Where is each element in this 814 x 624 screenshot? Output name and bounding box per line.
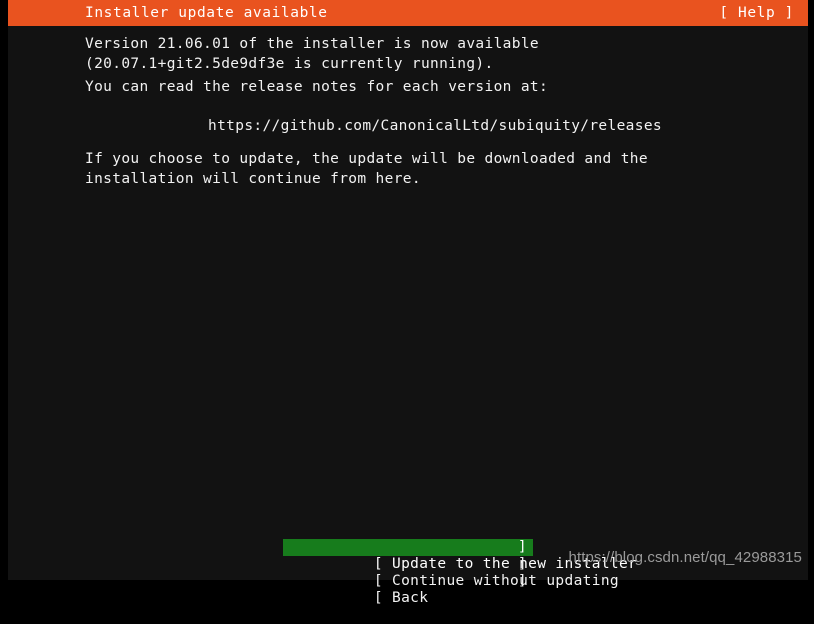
back-label: Back (382, 590, 429, 606)
header-bar: Installer update available [ Help ] (8, 0, 808, 26)
bracket-left-icon: [ (373, 590, 383, 606)
release-notes-paragraph: You can read the release notes for each … (85, 79, 549, 95)
update-description-paragraph: If you choose to update, the update will… (85, 151, 658, 187)
bracket-right-icon: ] (517, 573, 527, 589)
continue-without-updating-button[interactable]: [ Continue without updating] (283, 556, 619, 589)
terminal-canvas: Installer update available [ Help ] Vers… (8, 0, 808, 606)
help-button[interactable]: [ Help ] (719, 0, 794, 26)
bracket-right-icon: ] (517, 556, 527, 572)
installer-screen: Installer update available [ Help ] Vers… (0, 0, 814, 606)
update-to-new-installer-button[interactable]: [ Update to the new installer ] (283, 539, 637, 572)
version-paragraph: Version 21.06.01 of the installer is now… (85, 36, 549, 72)
page-title: Installer update available (85, 5, 328, 21)
content-region: Version 21.06.01 of the installer is now… (8, 26, 808, 606)
action-menu: [ Update to the new installer ] [ Contin… (283, 539, 637, 606)
back-button[interactable]: [ Back] (283, 573, 533, 606)
bracket-right-icon: ] (517, 539, 527, 555)
release-notes-url: https://github.com/CanonicalLtd/subiquit… (208, 118, 662, 134)
csdn-watermark: https://blog.csdn.net/qq_42988315 (568, 549, 802, 566)
